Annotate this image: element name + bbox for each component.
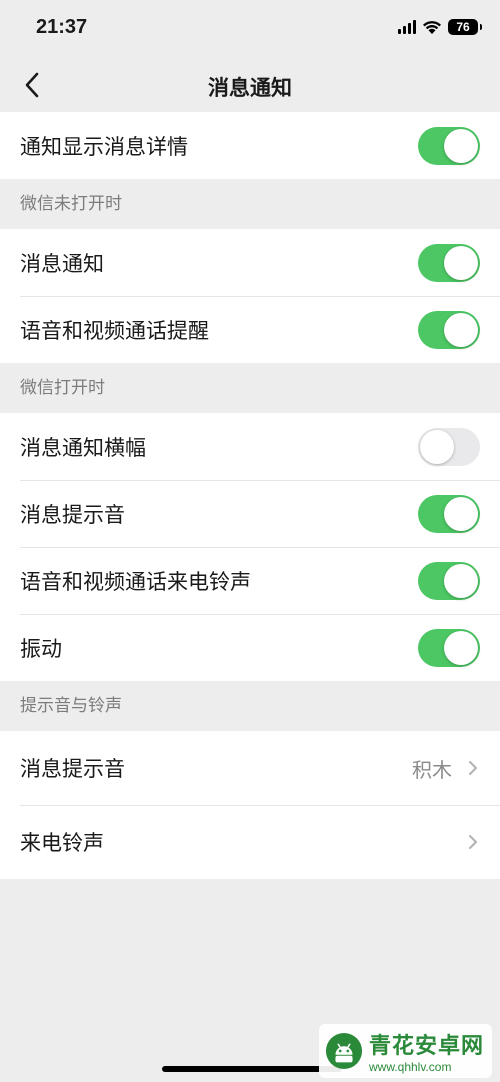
setting-row-notification-details[interactable]: 通知显示消息详情 (0, 112, 500, 179)
status-bar: 21:37 76 (0, 0, 500, 60)
setting-row-notification-banner[interactable]: 消息通知横幅 (0, 413, 500, 480)
setting-row-message-tone[interactable]: 消息提示音 积木 (0, 731, 500, 805)
toggle-knob (444, 563, 478, 598)
toggle-switch[interactable] (418, 310, 480, 349)
chevron-right-icon (469, 835, 477, 849)
toggle-knob (444, 630, 478, 665)
top-settings-group: 通知显示消息详情 (0, 112, 500, 179)
settings-group-wechat-open: 消息通知横幅 消息提示音 语音和视频通话来电铃声 振动 (0, 413, 500, 681)
home-indicator[interactable] (162, 1066, 342, 1072)
setting-row-call-reminder[interactable]: 语音和视频通话提醒 (0, 296, 500, 363)
nav-bar: 消息通知 (0, 60, 500, 112)
battery-level: 76 (456, 20, 470, 34)
settings-group-sounds: 消息提示音 积木 来电铃声 (0, 731, 500, 879)
setting-row-vibration[interactable]: 振动 (0, 614, 500, 681)
setting-label: 语音和视频通话来电铃声 (20, 569, 251, 594)
toggle-switch[interactable] (418, 427, 480, 466)
setting-label: 来电铃声 (20, 831, 104, 855)
section-header: 微信未打开时 (20, 194, 122, 214)
status-icons: 76 (398, 19, 482, 35)
setting-value: 积木 (412, 757, 452, 782)
setting-row-message-sound[interactable]: 消息提示音 (0, 480, 500, 547)
page-title: 消息通知 (208, 76, 292, 100)
setting-row-call-ringtone[interactable]: 语音和视频通话来电铃声 (0, 547, 500, 614)
toggle-switch[interactable] (418, 561, 480, 600)
toggle-switch[interactable] (418, 628, 480, 667)
toggle-switch[interactable] (418, 243, 480, 282)
toggle-knob (444, 496, 478, 531)
cellular-signal-icon (398, 20, 416, 34)
toggle-switch[interactable] (418, 126, 480, 165)
toggle-knob (420, 429, 454, 464)
setting-row-message-notification[interactable]: 消息通知 (0, 229, 500, 296)
toggle-switch[interactable] (418, 494, 480, 533)
watermark: 青花安卓网 www.qhhlv.com (318, 1024, 492, 1078)
watermark-title: 青花安卓网 (368, 1034, 484, 1059)
setting-row-ringtone[interactable]: 来电铃声 (0, 805, 500, 879)
setting-label: 消息提示音 (20, 757, 125, 781)
section-header: 微信打开时 (20, 378, 105, 398)
setting-label: 消息通知横幅 (20, 435, 146, 460)
toggle-knob (444, 312, 478, 347)
chevron-right-icon (469, 761, 477, 775)
section-header: 提示音与铃声 (20, 696, 122, 716)
android-logo-icon (325, 1032, 363, 1070)
setting-label: 语音和视频通话提醒 (20, 318, 209, 343)
setting-label: 消息通知 (20, 251, 104, 276)
setting-label: 消息提示音 (20, 502, 125, 527)
settings-group-wechat-closed: 消息通知 语音和视频通话提醒 (0, 229, 500, 363)
toggle-knob (444, 245, 478, 280)
toggle-knob (444, 128, 478, 163)
setting-label: 通知显示消息详情 (20, 134, 188, 159)
battery-icon: 76 (448, 19, 482, 35)
wifi-icon (423, 20, 441, 34)
status-time: 21:37 (36, 16, 88, 38)
watermark-url: www.qhhlv.com (368, 1060, 452, 1074)
setting-label: 振动 (20, 636, 62, 661)
